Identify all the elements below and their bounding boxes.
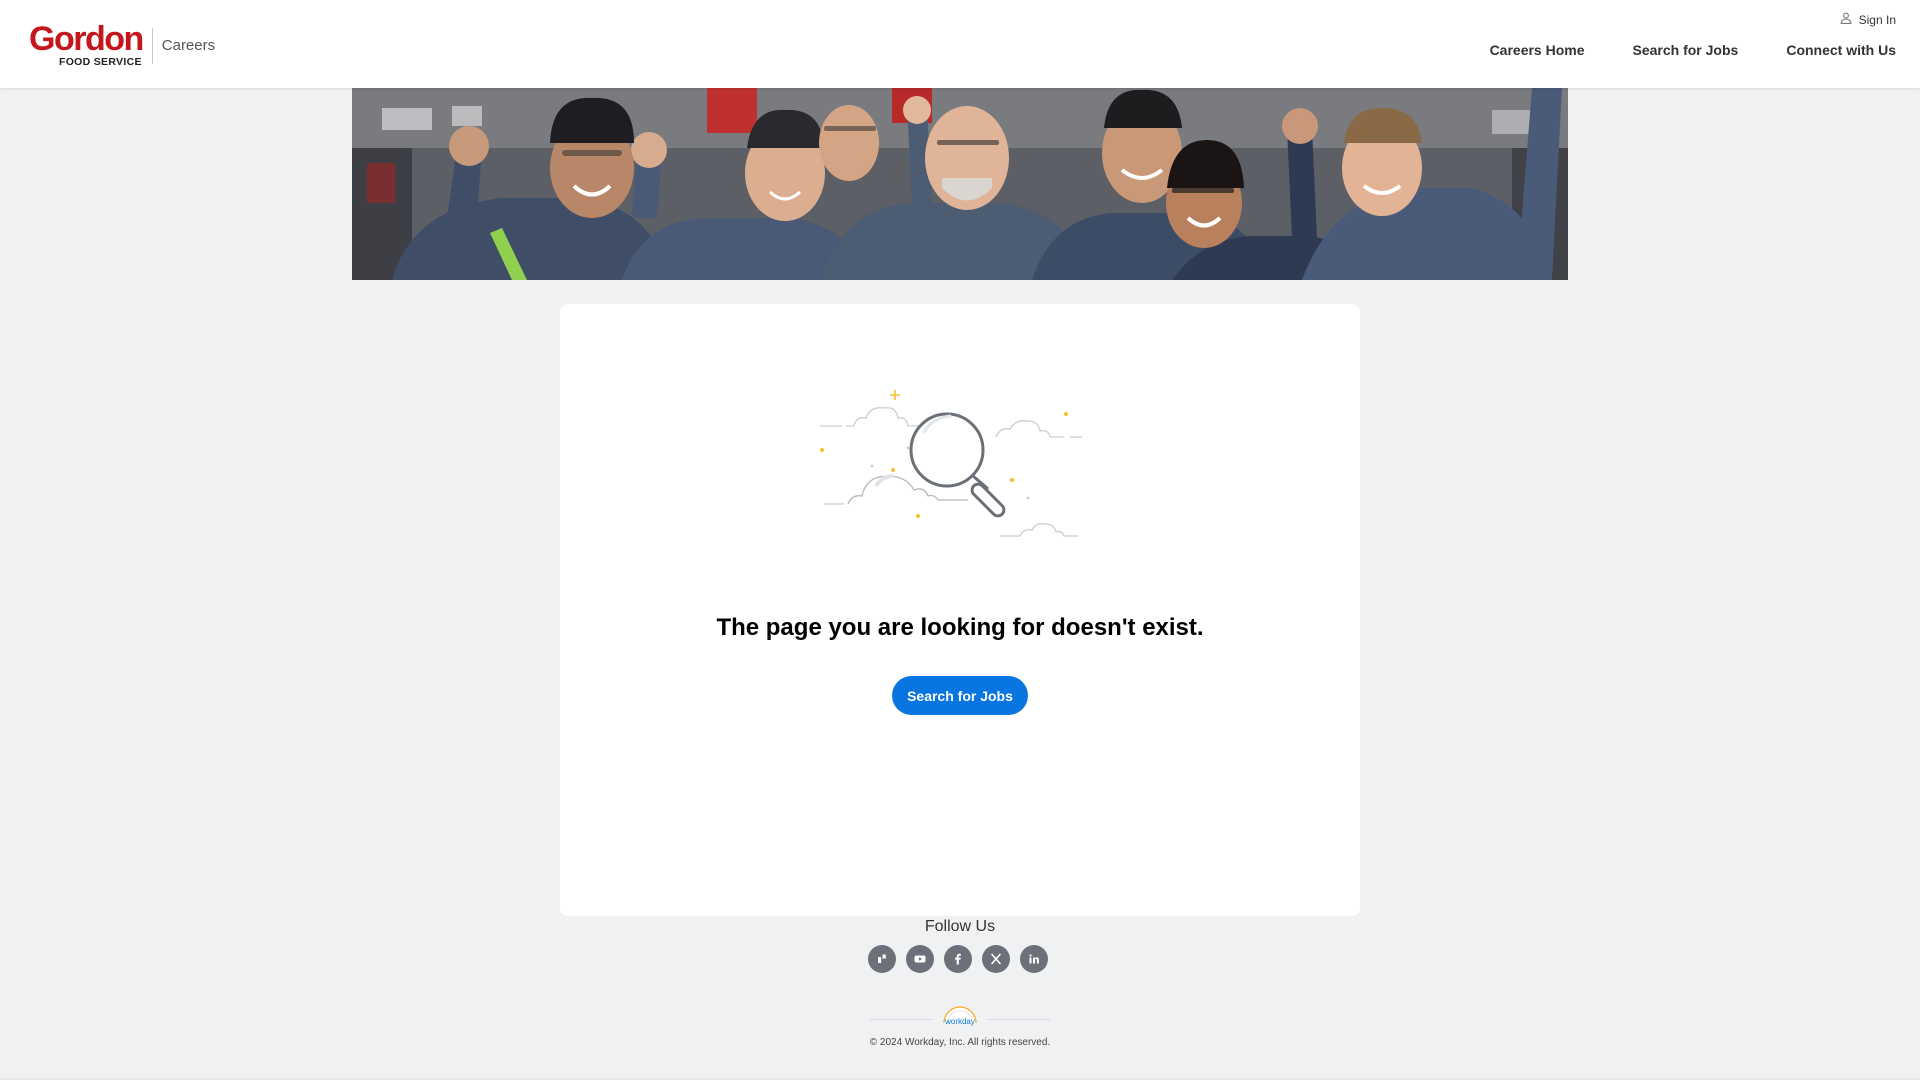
error-card: The page you are looking for doesn't exi… [560,304,1360,916]
user-icon [1840,12,1852,27]
footer-divider-right [988,1019,1050,1020]
nav-connect-with-us[interactable]: Connect with Us [1786,42,1896,58]
sign-in-label: Sign In [1858,12,1896,27]
magnifying-glass-illustration [800,386,1120,556]
workday-wordmark: workday [944,1017,975,1026]
hero-banner-image [352,88,1568,280]
facebook-icon[interactable] [944,945,972,973]
search-for-jobs-button[interactable]: Search for Jobs [892,676,1028,715]
company-logo[interactable]: Gordon FOOD SERVICE Careers [29,20,216,68]
x-icon[interactable] [982,945,1010,973]
workday-logo[interactable]: workday [934,1001,986,1031]
nav-search-for-jobs[interactable]: Search for Jobs [1633,42,1739,58]
linkedin-icon[interactable] [1020,945,1048,973]
logo-wordmark: Gordon [29,20,144,58]
logo-divider [151,28,153,64]
sign-in-link[interactable]: Sign In [1840,12,1896,27]
nav-careers-home[interactable]: Careers Home [1490,42,1585,58]
logo-subtitle: FOOD SERVICE [59,56,142,68]
error-message: The page you are looking for doesn't exi… [716,614,1204,641]
copyright-text: © 2024 Workday, Inc. All rights reserved… [869,1037,1051,1048]
footer-divider-left [870,1019,932,1020]
site-header: Gordon FOOD SERVICE Careers Sign In Care… [0,0,1920,88]
logo-mark: Gordon FOOD SERVICE [29,20,144,68]
logo-section-label: Careers [161,37,216,54]
social-links [868,945,1048,973]
youtube-icon[interactable] [906,945,934,973]
follow-us-label: Follow Us [924,918,996,935]
main-nav: Careers Home Search for Jobs Connect wit… [1490,42,1896,58]
glassdoor-icon[interactable] [868,945,896,973]
